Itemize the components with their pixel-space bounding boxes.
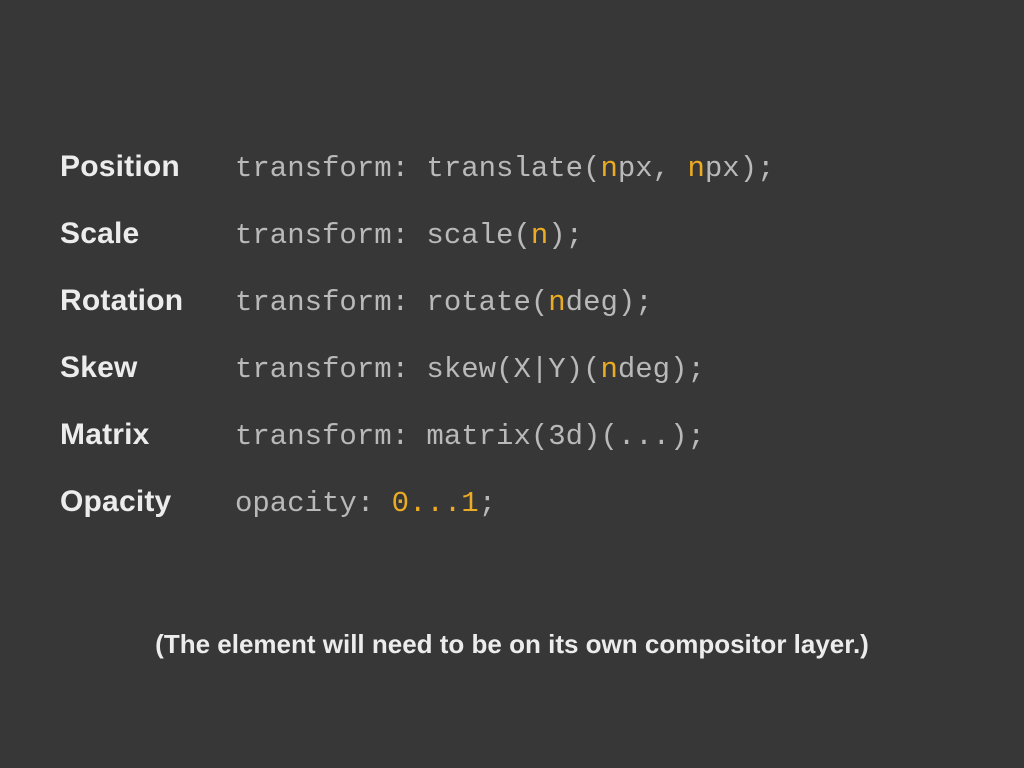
code-text: deg); (618, 353, 705, 386)
property-label: Rotation (60, 284, 235, 318)
property-label: Scale (60, 217, 235, 251)
code-variable: n (531, 219, 548, 252)
property-table: Positiontransform: translate(npx, npx);S… (60, 150, 964, 520)
property-code: transform: rotate(ndeg); (235, 286, 964, 319)
code-variable: n (688, 152, 705, 185)
code-text: transform: rotate( (235, 286, 548, 319)
code-text: ); (548, 219, 583, 252)
property-code: transform: translate(npx, npx); (235, 152, 964, 185)
code-text: transform: scale( (235, 219, 531, 252)
code-variable: n (600, 353, 617, 386)
property-code: transform: skew(X|Y)(ndeg); (235, 353, 964, 386)
property-code: opacity: 0...1; (235, 487, 964, 520)
code-text: opacity: (235, 487, 392, 520)
footnote: (The element will need to be on its own … (0, 629, 1024, 660)
property-label: Skew (60, 351, 235, 385)
code-text: transform: translate( (235, 152, 600, 185)
code-text: ; (479, 487, 496, 520)
property-code: transform: matrix(3d)(...); (235, 420, 964, 453)
property-label: Opacity (60, 485, 235, 519)
code-text: transform: skew(X|Y)( (235, 353, 600, 386)
code-text: px); (705, 152, 775, 185)
code-variable: 0...1 (392, 487, 479, 520)
property-label: Matrix (60, 418, 235, 452)
code-variable: n (548, 286, 565, 319)
code-text: deg); (566, 286, 653, 319)
slide: Positiontransform: translate(npx, npx);S… (0, 0, 1024, 768)
code-text: px, (618, 152, 688, 185)
property-code: transform: scale(n); (235, 219, 964, 252)
code-text: transform: matrix(3d)(...); (235, 420, 705, 453)
property-label: Position (60, 150, 235, 184)
code-variable: n (600, 152, 617, 185)
